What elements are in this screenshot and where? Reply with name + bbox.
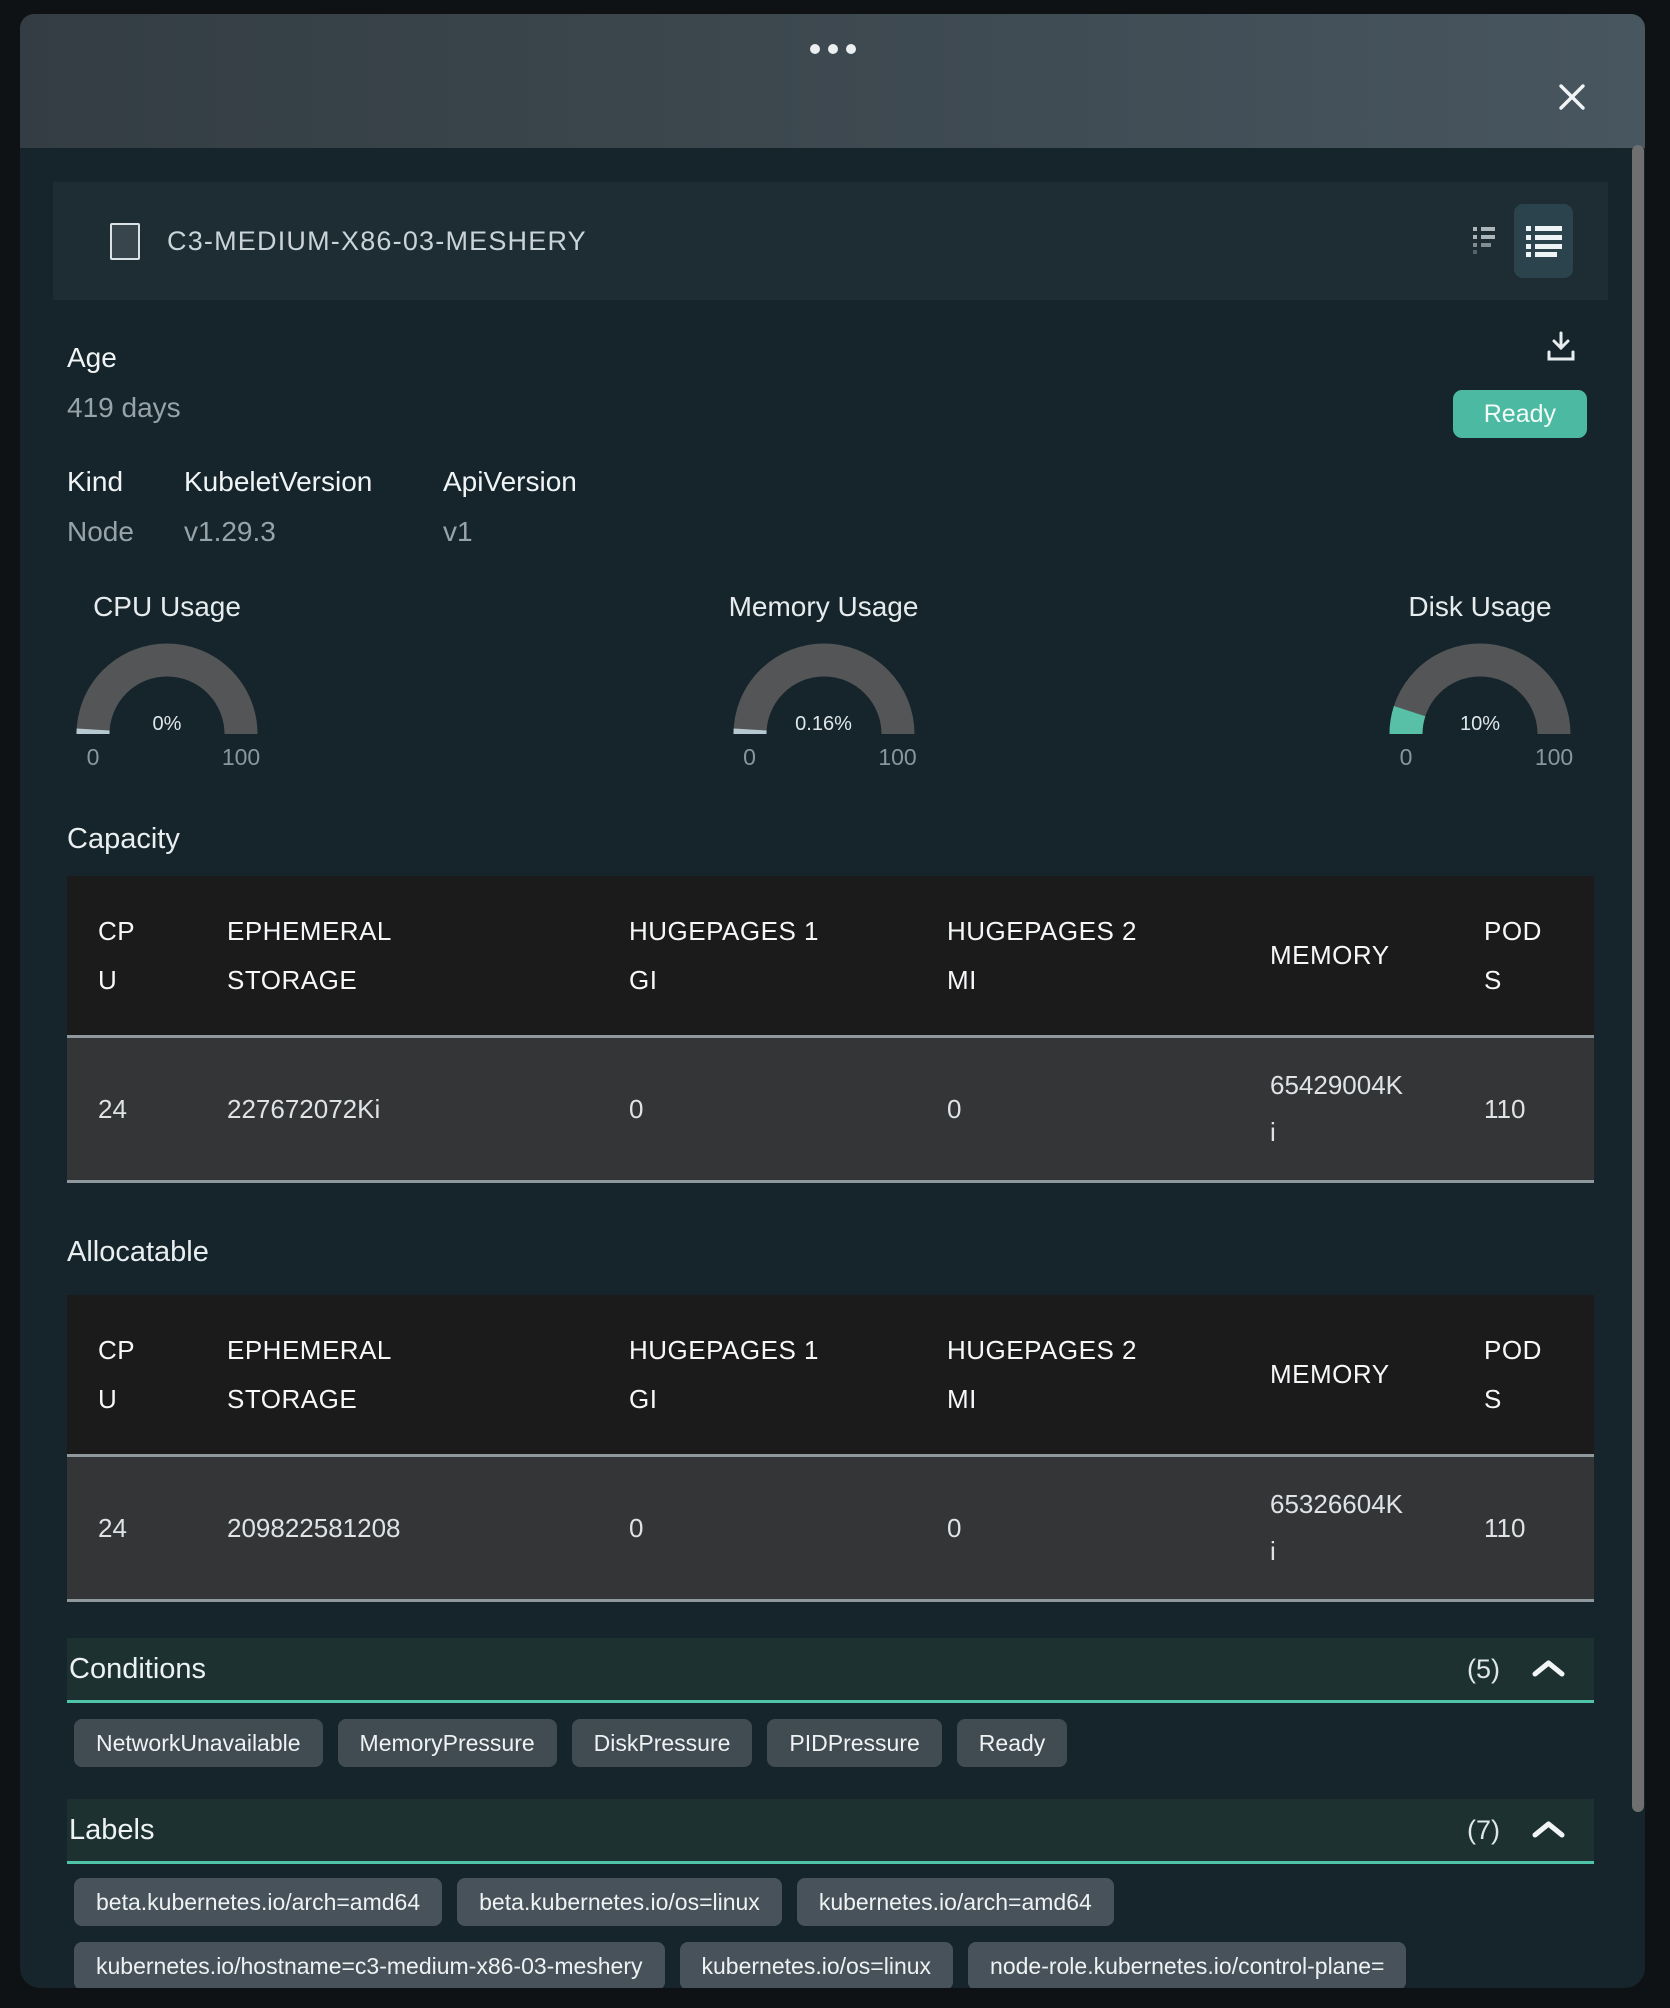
- cell-value: 24: [98, 1086, 127, 1133]
- allocatable-table-row: 24 209822581208 0 0 65326604Ki 110: [67, 1454, 1594, 1599]
- label-chip: kubernetes.io/hostname=c3-medium-x86-03-…: [74, 1942, 665, 1988]
- labels-count: (7): [1467, 1815, 1500, 1846]
- column-header: PODS: [1484, 1326, 1548, 1422]
- scrollbar-thumb[interactable]: [1632, 145, 1644, 1812]
- kubelet-version-value: v1.29.3: [184, 514, 443, 550]
- cell-value: 110: [1484, 1086, 1525, 1133]
- drag-handle-dots-icon[interactable]: [810, 44, 856, 54]
- cpu-usage-ticks: 0 100: [67, 738, 267, 768]
- modal-body: C3-MEDIUM-X86-03-MESHERY: [20, 148, 1645, 1988]
- label-chip: kubernetes.io/arch=amd64: [797, 1878, 1114, 1926]
- cell-value: 0: [947, 1086, 961, 1133]
- condition-chip: NetworkUnavailable: [74, 1719, 323, 1767]
- usage-gauges-row: CPU Usage 0% 0 100 Memory Usage: [67, 590, 1594, 768]
- meta-api-version: ApiVersion v1: [443, 466, 1594, 550]
- compact-list-icon[interactable]: [1473, 223, 1495, 260]
- allocatable-table-header: CPU EPHEMERAL STORAGE HUGEPAGES 1 GI HUG…: [67, 1295, 1594, 1454]
- kubelet-version-label: KubeletVersion: [184, 466, 443, 498]
- column-header: CPU: [98, 907, 140, 1003]
- labels-chip-list: beta.kubernetes.io/arch=amd64 beta.kuber…: [74, 1878, 1594, 1988]
- node-details-modal: C3-MEDIUM-X86-03-MESHERY: [20, 14, 1645, 1988]
- memory-usage-title: Memory Usage: [724, 590, 924, 624]
- detailed-list-icon[interactable]: [1514, 204, 1573, 278]
- label-chip: beta.kubernetes.io/os=linux: [457, 1878, 782, 1926]
- cell-value: 65326604Ki: [1270, 1481, 1406, 1575]
- cell-value: 65429004Ki: [1270, 1062, 1406, 1156]
- memory-usage-ticks: 0 100: [724, 738, 924, 768]
- conditions-title: Conditions: [69, 1653, 1467, 1686]
- column-header: MEMORY: [1270, 1350, 1390, 1398]
- labels-accordion-header[interactable]: Labels (7): [67, 1799, 1594, 1864]
- condition-chip: PIDPressure: [767, 1719, 941, 1767]
- page-background: C3-MEDIUM-X86-03-MESHERY: [0, 0, 1670, 2008]
- status-badge: Ready: [1453, 390, 1587, 438]
- column-header: HUGEPAGES 2 MI: [947, 907, 1147, 1003]
- column-header: EPHEMERAL STORAGE: [227, 907, 402, 1003]
- meta-grid: Kind Node KubeletVersion v1.29.3 ApiVers…: [67, 466, 1594, 550]
- conditions-accordion-header[interactable]: Conditions (5): [67, 1638, 1594, 1703]
- cell-value: 0: [629, 1505, 643, 1552]
- column-header: MEMORY: [1270, 931, 1390, 979]
- node-title: C3-MEDIUM-X86-03-MESHERY: [167, 226, 1473, 257]
- capacity-table: CPU EPHEMERAL STORAGE HUGEPAGES 1 GI HUG…: [67, 876, 1594, 1183]
- disk-usage-gauge: Disk Usage 10% 0 100: [1380, 590, 1580, 768]
- cell-value: 0: [947, 1505, 961, 1552]
- download-icon[interactable]: [1544, 330, 1578, 364]
- condition-chip: DiskPressure: [572, 1719, 753, 1767]
- cpu-usage-gauge: CPU Usage 0% 0 100: [67, 590, 267, 768]
- column-header: HUGEPAGES 1 GI: [629, 1326, 829, 1422]
- age-value: 419 days: [67, 390, 1594, 426]
- column-header: HUGEPAGES 1 GI: [629, 907, 829, 1003]
- memory-usage-gauge: Memory Usage 0.16% 0 100: [724, 590, 924, 768]
- column-header: EPHEMERAL STORAGE: [227, 1326, 402, 1422]
- column-header: CPU: [98, 1326, 140, 1422]
- capacity-table-header: CPU EPHEMERAL STORAGE HUGEPAGES 1 GI HUG…: [67, 876, 1594, 1035]
- modal-titlebar: [20, 14, 1645, 148]
- labels-title: Labels: [69, 1814, 1467, 1847]
- chevron-up-icon[interactable]: [1530, 1819, 1567, 1841]
- capacity-section-title: Capacity: [67, 822, 1594, 856]
- disk-usage-ticks: 0 100: [1380, 738, 1580, 768]
- condition-chip: MemoryPressure: [338, 1719, 557, 1767]
- conditions-count: (5): [1467, 1654, 1500, 1685]
- kind-label: Kind: [67, 466, 184, 498]
- cell-value: 24: [98, 1505, 127, 1552]
- column-header: HUGEPAGES 2 MI: [947, 1326, 1147, 1422]
- capacity-table-row: 24 227672072Ki 0 0 65429004Ki 110: [67, 1035, 1594, 1180]
- api-version-value: v1: [443, 514, 1594, 550]
- memory-usage-value: 0.16%: [724, 713, 924, 736]
- allocatable-section-title: Allocatable: [67, 1235, 1594, 1269]
- disk-usage-title: Disk Usage: [1380, 590, 1580, 624]
- disk-usage-value: 10%: [1380, 713, 1580, 736]
- meta-kind: Kind Node: [67, 466, 184, 550]
- meta-kubelet-version: KubeletVersion v1.29.3: [184, 466, 443, 550]
- cell-value: 209822581208: [227, 1505, 401, 1552]
- label-chip: kubernetes.io/os=linux: [680, 1942, 954, 1988]
- cell-value: 110: [1484, 1505, 1525, 1552]
- view-toggle-group: [1473, 204, 1573, 278]
- allocatable-table: CPU EPHEMERAL STORAGE HUGEPAGES 1 GI HUG…: [67, 1295, 1594, 1602]
- kind-value: Node: [67, 514, 184, 550]
- cpu-usage-value: 0%: [67, 713, 267, 736]
- api-version-label: ApiVersion: [443, 466, 1594, 498]
- label-chip: node-role.kubernetes.io/control-plane=: [968, 1942, 1406, 1988]
- chevron-up-icon[interactable]: [1530, 1658, 1567, 1680]
- column-header: PODS: [1484, 907, 1548, 1003]
- cell-value: 227672072Ki: [227, 1086, 380, 1133]
- label-chip: beta.kubernetes.io/arch=amd64: [74, 1878, 442, 1926]
- node-details-content: Age 419 days Ready Kind Node: [53, 342, 1608, 1988]
- age-label: Age: [67, 342, 1594, 374]
- cpu-usage-title: CPU Usage: [67, 590, 267, 624]
- cell-value: 0: [629, 1086, 643, 1133]
- condition-chip: Ready: [957, 1719, 1067, 1767]
- conditions-chip-list: NetworkUnavailable MemoryPressure DiskPr…: [74, 1719, 1594, 1767]
- node-select-checkbox[interactable]: [110, 223, 140, 260]
- age-section: Age 419 days Ready: [67, 342, 1594, 426]
- node-card-header: C3-MEDIUM-X86-03-MESHERY: [53, 182, 1608, 300]
- close-icon[interactable]: [1555, 80, 1589, 114]
